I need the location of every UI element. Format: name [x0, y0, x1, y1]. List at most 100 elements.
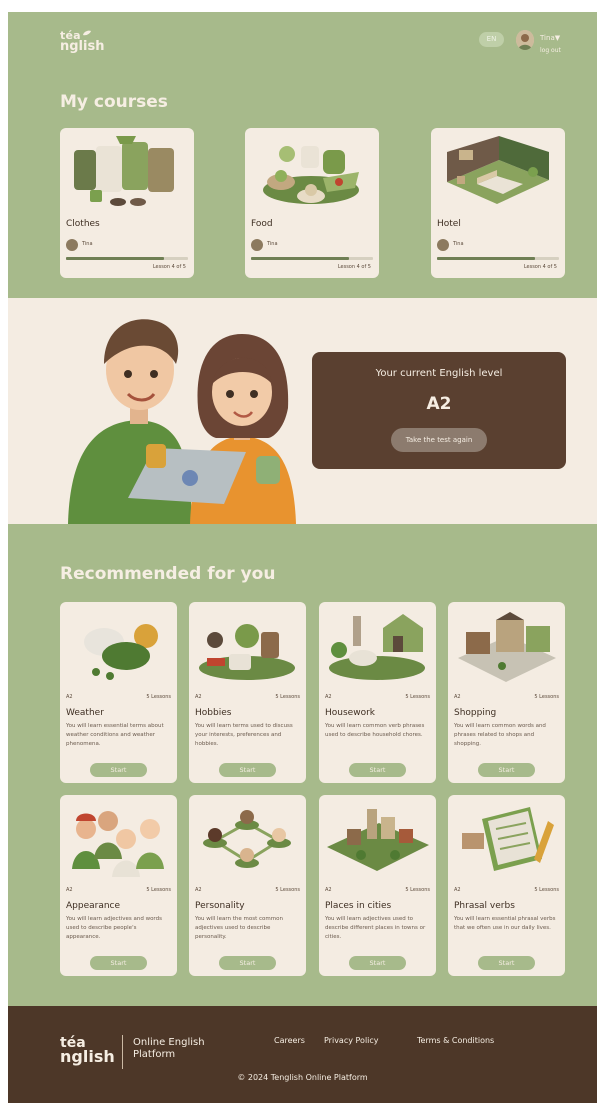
housework-illustration	[329, 614, 425, 680]
rec-title: Weather	[66, 708, 104, 718]
students-illustration	[68, 319, 296, 524]
rec-title: Personality	[195, 901, 245, 911]
rec-description: You will learn essential phrasal verbs t…	[454, 916, 556, 931]
level-section: Your current English level A2 Take the t…	[8, 298, 597, 524]
course-user-name: Tina	[82, 241, 93, 247]
user-menu[interactable]: Tina▼	[540, 34, 560, 42]
rec-description: You will learn essential terms about wea…	[66, 723, 164, 747]
course-user-avatar	[437, 239, 449, 251]
course-card-food[interactable]: Food Tina Lesson 4 of 5	[245, 128, 379, 278]
start-button[interactable]: Start	[90, 763, 147, 777]
leaf-icon	[83, 30, 91, 36]
retake-test-button[interactable]: Take the test again	[391, 428, 487, 452]
rec-title: Hobbies	[195, 708, 232, 718]
rec-title: Shopping	[454, 708, 497, 718]
shopping-illustration	[458, 612, 556, 682]
rec-card-phrasal-verbs[interactable]: A2 5 Lessons Phrasal verbs You will lear…	[448, 795, 565, 976]
my-courses-title: My courses	[60, 92, 168, 112]
start-button[interactable]: Start	[478, 763, 535, 777]
course-lesson-count: Lesson 4 of 5	[523, 264, 557, 270]
phrasal-verbs-illustration	[462, 807, 554, 871]
rec-card-places[interactable]: A2 5 Lessons Places in cities You will l…	[319, 795, 436, 976]
rec-card-hobbies[interactable]: A2 5 Lessons Hobbies You will learn term…	[189, 602, 306, 783]
rec-level: A2	[454, 694, 461, 700]
footer-platform-text: Online English Platform	[133, 1037, 205, 1060]
footer-link-terms[interactable]: Terms & Conditions	[417, 1036, 494, 1045]
footer-copyright: © 2024 Tenglish Online Platform	[237, 1073, 368, 1082]
logout-link[interactable]: log out	[540, 47, 561, 54]
rec-level: A2	[325, 694, 332, 700]
rec-lessons: 5 Lessons	[405, 694, 430, 700]
top-section: téa nglish EN Tina▼ log out My courses C…	[8, 12, 597, 298]
course-card-hotel[interactable]: Hotel Tina Lesson 4 of 5	[431, 128, 565, 278]
rec-level: A2	[195, 694, 202, 700]
level-label: Your current English level	[375, 368, 503, 379]
progress-fill	[66, 257, 164, 260]
hotel-illustration	[447, 136, 549, 204]
page: téa nglish EN Tina▼ log out My courses C…	[8, 12, 597, 1103]
course-user-name: Tina	[267, 241, 278, 247]
recommended-section: Recommended for you A2 5 Lessons Weather…	[8, 524, 597, 1006]
start-button[interactable]: Start	[349, 763, 406, 777]
rec-lessons: 5 Lessons	[534, 694, 559, 700]
hobbies-illustration	[199, 624, 295, 680]
rec-card-shopping[interactable]: A2 5 Lessons Shopping You will learn com…	[448, 602, 565, 783]
course-title: Clothes	[66, 219, 100, 229]
start-button[interactable]: Start	[219, 763, 276, 777]
logo[interactable]: téa nglish	[60, 30, 105, 54]
start-button[interactable]: Start	[349, 956, 406, 970]
course-progress-bar	[251, 257, 373, 260]
logo-line2: nglish	[60, 39, 105, 54]
rec-lessons: 5 Lessons	[146, 694, 171, 700]
footer-logo[interactable]: téa nglish	[60, 1036, 115, 1066]
level-card: Your current English level A2 Take the t…	[312, 352, 566, 469]
course-lesson-count: Lesson 4 of 5	[337, 264, 371, 270]
course-user-avatar	[251, 239, 263, 251]
personality-illustration	[203, 810, 291, 868]
rec-card-appearance[interactable]: A2 5 Lessons Appearance You will learn a…	[60, 795, 177, 976]
rec-card-housework[interactable]: A2 5 Lessons Housework You will learn co…	[319, 602, 436, 783]
start-button[interactable]: Start	[219, 956, 276, 970]
rec-title: Places in cities	[325, 901, 392, 911]
rec-level: A2	[195, 887, 202, 893]
user-avatar[interactable]	[516, 30, 534, 50]
language-selector[interactable]: EN	[479, 32, 504, 47]
course-lesson-count: Lesson 4 of 5	[152, 264, 186, 270]
footer-link-privacy[interactable]: Privacy Policy	[324, 1036, 379, 1045]
progress-fill	[437, 257, 535, 260]
course-progress-bar	[66, 257, 188, 260]
places-illustration	[327, 809, 429, 871]
start-button[interactable]: Start	[478, 956, 535, 970]
course-card-clothes[interactable]: Clothes Tina Lesson 4 of 5	[60, 128, 194, 278]
rec-lessons: 5 Lessons	[275, 694, 300, 700]
footer-link-careers[interactable]: Careers	[274, 1036, 305, 1045]
rec-level: A2	[325, 887, 332, 893]
rec-lessons: 5 Lessons	[275, 887, 300, 893]
rec-description: You will learn adjectives and words used…	[66, 916, 162, 940]
rec-card-personality[interactable]: A2 5 Lessons Personality You will learn …	[189, 795, 306, 976]
rec-level: A2	[454, 887, 461, 893]
rec-description: You will learn common verb phrases used …	[325, 723, 425, 738]
rec-level: A2	[66, 887, 73, 893]
recommended-title: Recommended for you	[60, 564, 276, 584]
rec-card-weather[interactable]: A2 5 Lessons Weather You will learn esse…	[60, 602, 177, 783]
rec-title: Housework	[325, 708, 375, 718]
rec-lessons: 5 Lessons	[146, 887, 171, 893]
rec-title: Appearance	[66, 901, 121, 911]
rec-level: A2	[66, 694, 73, 700]
course-user-avatar	[66, 239, 78, 251]
weather-illustration	[84, 624, 158, 680]
rec-lessons: 5 Lessons	[405, 887, 430, 893]
rec-description: You will learn common words and phrases …	[454, 723, 546, 747]
rec-description: You will learn the most common adjective…	[195, 916, 283, 940]
course-title: Hotel	[437, 219, 461, 229]
progress-fill	[251, 257, 349, 260]
avatar-icon	[516, 30, 534, 50]
footer-logo-line2: nglish	[60, 1047, 115, 1066]
rec-description: You will learn adjectives used to descri…	[325, 916, 426, 940]
start-button[interactable]: Start	[90, 956, 147, 970]
clothes-illustration	[74, 136, 174, 206]
rec-description: You will learn terms used to discuss you…	[195, 723, 293, 747]
appearance-illustration	[72, 811, 164, 877]
footer: téa nglish Online English Platform Caree…	[8, 1006, 597, 1103]
